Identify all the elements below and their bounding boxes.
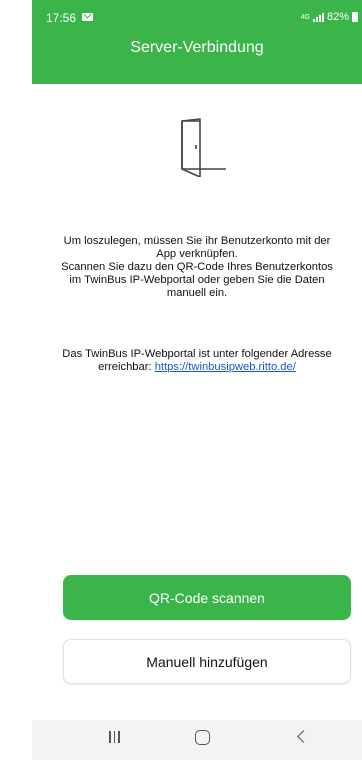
portal-line: Das TwinBus IP-Webportal ist unter folge… — [62, 348, 332, 360]
status-indicators: 4G 82% — [301, 11, 358, 23]
mail-notification-icon — [82, 13, 93, 21]
signal-icon — [312, 12, 324, 22]
portal-text: Das TwinBus IP-Webportal ist unter folge… — [32, 348, 362, 374]
intro-line: App verknüpfen. — [156, 248, 238, 260]
portal-prefix: erreichbar: — [98, 361, 155, 373]
recent-apps-icon[interactable] — [109, 731, 123, 745]
scan-qr-button-label: QR-Code scannen — [149, 589, 265, 606]
intro-text: Um loszulegen, müssen Sie ihr Benutzerko… — [32, 235, 362, 300]
left-margin — [0, 0, 32, 760]
battery-level: 82% — [326, 11, 349, 23]
phone-screen: 17:56 4G 82% Server-Verbindung Um loszul… — [32, 0, 362, 760]
home-icon[interactable] — [195, 730, 210, 745]
door-icon — [181, 118, 226, 177]
manual-add-button[interactable]: Manuell hinzufügen — [63, 639, 351, 684]
intro-line: manuell ein. — [166, 287, 228, 299]
network-type: 4G — [300, 13, 310, 21]
intro-line: Um loszulegen, müssen Sie ihr Benutzerko… — [63, 235, 331, 247]
portal-link[interactable]: https://twinbusipweb.ritto.de/ — [155, 361, 296, 373]
portal-line: erreichbar: https://twinbusipweb.ritto.d… — [32, 361, 362, 374]
back-icon[interactable] — [297, 730, 310, 743]
scan-qr-button[interactable]: QR-Code scannen — [63, 575, 351, 620]
app-header: 17:56 4G 82% Server-Verbindung — [32, 0, 362, 84]
battery-icon — [352, 12, 358, 22]
intro-line: im TwinBus IP-Webportal oder geben Sie d… — [69, 274, 325, 286]
manual-add-button-label: Manuell hinzufügen — [146, 653, 268, 670]
page-title: Server-Verbindung — [130, 39, 264, 56]
intro-line: Scannen Sie dazu den QR-Code Ihres Benut… — [61, 261, 333, 273]
system-navigation-bar — [32, 720, 362, 760]
status-time: 17:56 — [46, 11, 77, 25]
